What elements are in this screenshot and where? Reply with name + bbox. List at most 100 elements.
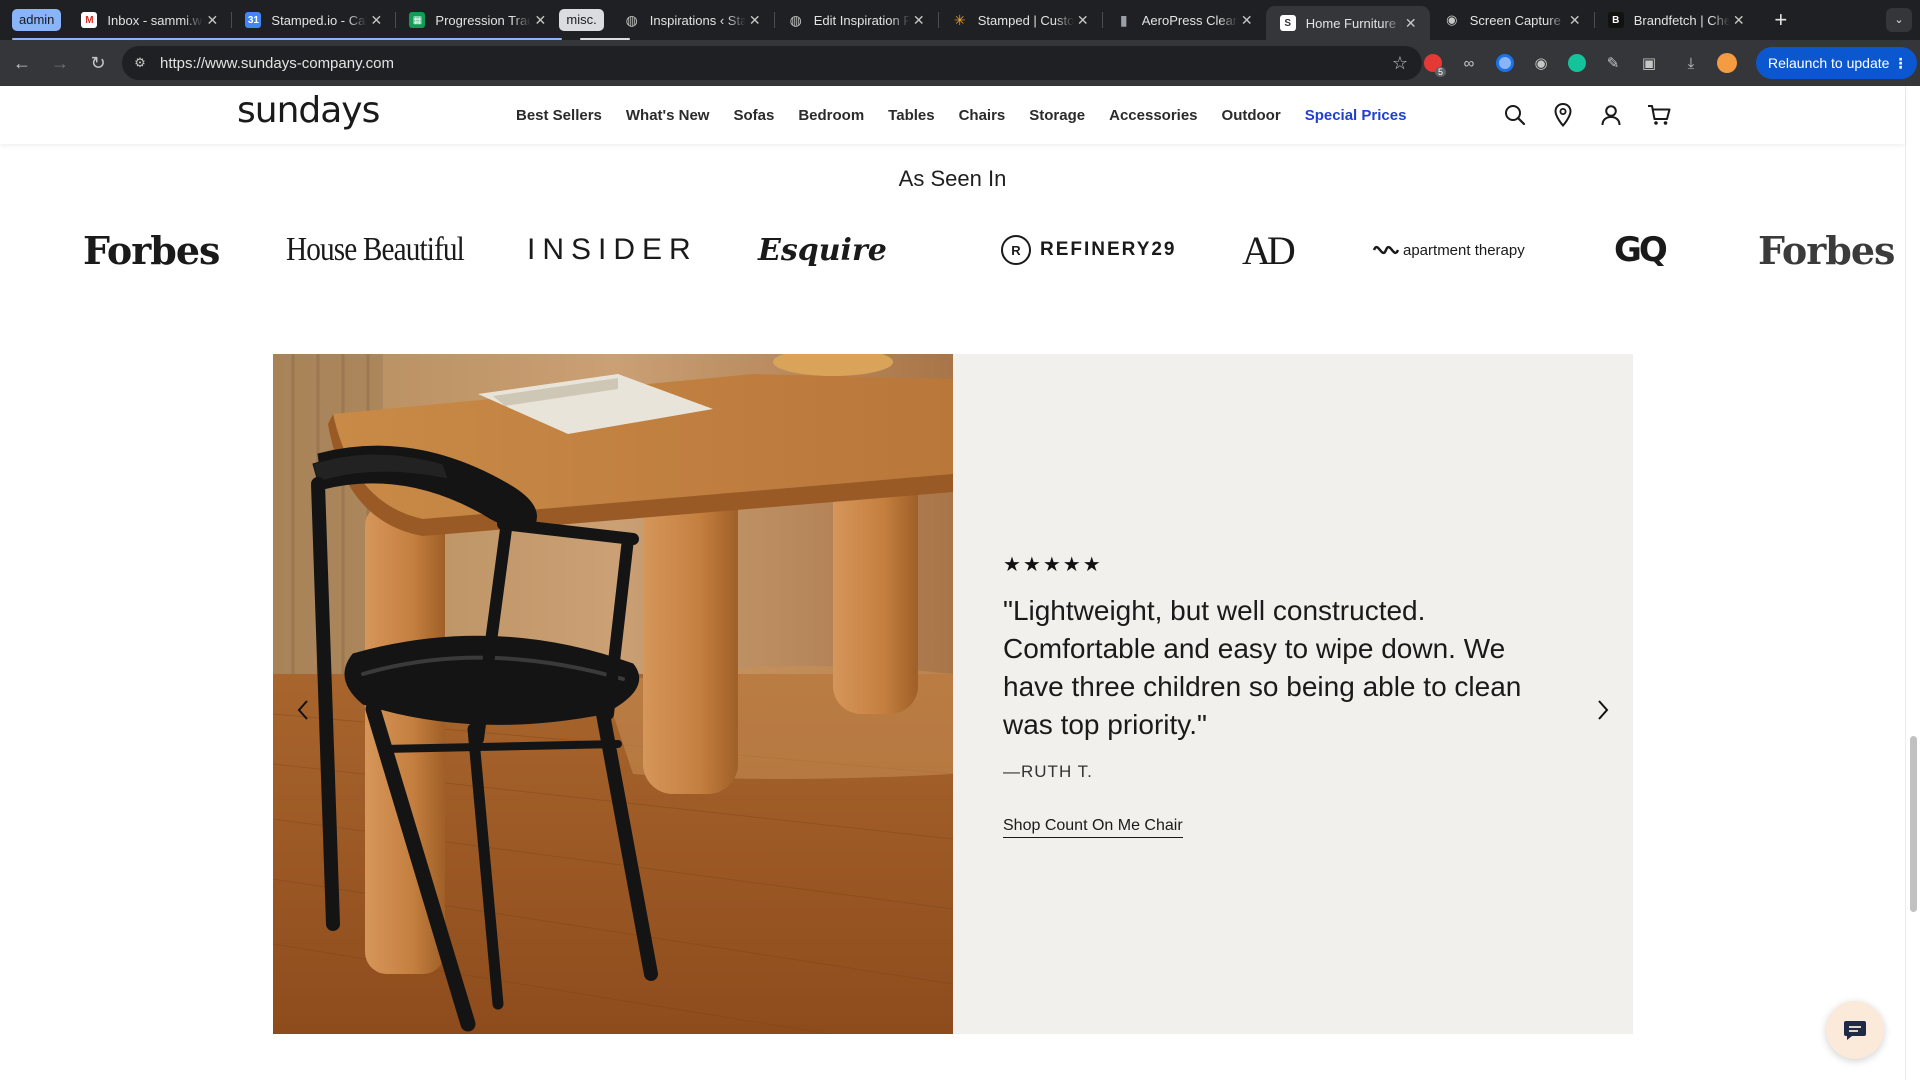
- close-icon[interactable]: ✕: [367, 11, 385, 29]
- nav-bedroom[interactable]: Bedroom: [798, 107, 864, 124]
- tab-aeropress[interactable]: ▮ AeroPress Clear ✕: [1101, 0, 1266, 40]
- testimonial-author: —RUTH T.: [1003, 762, 1093, 781]
- site-info-icon[interactable]: ⚙: [126, 49, 154, 77]
- more-menu-icon[interactable]: ⋮: [1893, 47, 1907, 79]
- testimonial-quote: "Lightweight, but well constructed. Comf…: [1003, 595, 1522, 740]
- shop-product-link[interactable]: Shop Count On Me Chair: [1003, 817, 1183, 838]
- close-icon[interactable]: ✕: [1402, 14, 1420, 32]
- chat-widget-button[interactable]: [1826, 1001, 1884, 1059]
- nav-sofas[interactable]: Sofas: [733, 107, 774, 124]
- close-icon[interactable]: ✕: [1566, 11, 1584, 29]
- location-pin-icon[interactable]: [1548, 100, 1578, 130]
- tab-title: Home Furniture S: [1305, 15, 1402, 31]
- close-icon[interactable]: ✕: [746, 11, 764, 29]
- url-text[interactable]: https://www.sundays-company.com: [160, 55, 394, 72]
- nav-accessories[interactable]: Accessories: [1109, 107, 1197, 124]
- close-icon[interactable]: ✕: [1238, 11, 1256, 29]
- new-tab-button[interactable]: +: [1766, 9, 1796, 31]
- profile-avatar[interactable]: [1712, 48, 1742, 78]
- close-icon[interactable]: ✕: [1074, 11, 1092, 29]
- tab-gmail[interactable]: M Inbox - sammi.w ✕: [67, 0, 231, 40]
- refinery29-mark-icon: R: [1001, 235, 1031, 265]
- eyedropper-icon[interactable]: ✎: [1598, 48, 1628, 78]
- calendar-icon: 31: [245, 12, 262, 28]
- as-seen-in-heading: As Seen In: [898, 166, 1007, 191]
- carousel-next-button[interactable]: [1585, 692, 1621, 728]
- tab-inspirations[interactable]: ◍ Inspirations ‹ Sta ✕: [610, 0, 774, 40]
- tab-stamped-calendar[interactable]: 31 Stamped.io - Cal ✕: [231, 0, 395, 40]
- scrollbar-thumb[interactable]: [1910, 736, 1917, 912]
- press-logo-apartment-therapy: apartment therapy: [1372, 220, 1525, 280]
- header-icons: [1500, 100, 1692, 130]
- grammarly-icon[interactable]: [1562, 48, 1592, 78]
- close-icon[interactable]: ✕: [1730, 11, 1748, 29]
- tab-title: AeroPress Clear: [1141, 12, 1238, 28]
- tab-title: Inbox - sammi.w: [107, 12, 203, 28]
- cart-icon[interactable]: [1644, 100, 1674, 130]
- tab-group-misc[interactable]: misc.: [559, 9, 604, 31]
- nav-special-prices[interactable]: Special Prices: [1305, 107, 1407, 124]
- account-icon[interactable]: [1596, 100, 1626, 130]
- aeropress-icon: ▮: [1119, 11, 1128, 28]
- quote-panel: ★★★★★ "Lightweight, but well constructed…: [953, 354, 1633, 1034]
- globe-icon: ◍: [625, 11, 638, 28]
- tab-home-furniture[interactable]: S Home Furniture S ✕: [1265, 6, 1430, 40]
- camera-extension-icon[interactable]: ◉: [1526, 48, 1556, 78]
- refinery29-wordmark: REFINERY29: [1040, 239, 1177, 260]
- chair-photo-illustration: [273, 354, 953, 1034]
- tab-group-admin[interactable]: admin: [12, 9, 62, 31]
- nav-storage[interactable]: Storage: [1029, 107, 1085, 124]
- press-logo-forbes-repeat: Forbes: [1758, 227, 1895, 273]
- tab-edit-inspiration[interactable]: ◍ Edit Inspiration P ✕: [773, 0, 938, 40]
- extensions-puzzle-icon[interactable]: ▣: [1634, 48, 1664, 78]
- close-icon[interactable]: ✕: [203, 11, 221, 29]
- tab-title: Progression Track: [435, 12, 532, 28]
- nav-chairs[interactable]: Chairs: [959, 107, 1006, 124]
- nav-best-sellers[interactable]: Best Sellers: [516, 107, 602, 124]
- apartment-therapy-mark-icon: [1372, 245, 1400, 255]
- chevron-left-icon: [297, 700, 308, 720]
- rating-stars: ★★★★★: [1003, 554, 1103, 576]
- address-bar[interactable]: ⚙ https://www.sundays-company.com ☆: [122, 46, 1422, 80]
- nav-whats-new[interactable]: What's New: [626, 107, 710, 124]
- relaunch-label: Relaunch to update: [1768, 55, 1890, 71]
- site-logo[interactable]: sundays: [237, 90, 380, 131]
- search-icon[interactable]: [1500, 100, 1530, 130]
- press-logo-gq: GQ: [1614, 230, 1668, 270]
- forward-icon[interactable]: →: [44, 47, 76, 79]
- sheets-icon: ▦: [409, 12, 426, 28]
- tab-title: Screen Capture I: [1469, 12, 1566, 28]
- tab-search-icon[interactable]: ⌄: [1886, 8, 1912, 32]
- apartment-therapy-wordmark: apartment therapy: [1403, 241, 1525, 259]
- nav-tables[interactable]: Tables: [888, 107, 934, 124]
- chat-bubble-icon: [1844, 1021, 1866, 1040]
- back-icon[interactable]: ←: [6, 47, 38, 79]
- extension-badge-icon[interactable]: 5: [1418, 48, 1448, 78]
- reload-icon[interactable]: ↻: [82, 47, 114, 79]
- press-logo-forbes: Forbes: [83, 227, 220, 273]
- tab-stamped-custom[interactable]: ✳ Stamped | Custo ✕: [937, 0, 1102, 40]
- press-logo-insider: INSIDER: [527, 233, 698, 266]
- password-manager-icon[interactable]: [1490, 48, 1520, 78]
- relaunch-button[interactable]: Relaunch to update ⋮: [1756, 47, 1918, 79]
- site-header: sundays Best Sellers What's New Sofas Be…: [0, 86, 1905, 144]
- close-icon[interactable]: ✕: [531, 11, 549, 29]
- press-logo-carousel: Forbes House Beautiful INSIDER Esquire R…: [0, 220, 1905, 280]
- tab-screen-capture[interactable]: ◉ Screen Capture I ✕: [1430, 0, 1594, 40]
- nav-outdoor[interactable]: Outdoor: [1222, 107, 1281, 124]
- close-icon[interactable]: ✕: [910, 11, 928, 29]
- press-logo-esquire: Esquire: [758, 232, 887, 268]
- tab-progression-tracker[interactable]: ▦ Progression Track ✕: [395, 0, 559, 40]
- bookmark-star-icon[interactable]: ☆: [1392, 51, 1408, 75]
- main-nav: Best Sellers What's New Sofas Bedroom Ta…: [504, 86, 1418, 144]
- camera-icon: ◉: [1446, 12, 1458, 27]
- glasses-extension-icon[interactable]: ∞: [1454, 48, 1484, 78]
- page-scrollbar[interactable]: [1905, 86, 1920, 1080]
- gmail-icon: M: [81, 12, 98, 28]
- browser-toolbar: ← → ↻ ⚙ https://www.sundays-company.com …: [0, 40, 1920, 86]
- carousel-prev-button[interactable]: [285, 692, 321, 728]
- press-logo-house-beautiful: House Beautiful: [286, 231, 465, 268]
- download-icon[interactable]: ⤓: [1676, 48, 1706, 78]
- tab-brandfetch[interactable]: B Brandfetch | Che ✕: [1593, 0, 1758, 40]
- stamped-icon: ✳: [953, 11, 966, 28]
